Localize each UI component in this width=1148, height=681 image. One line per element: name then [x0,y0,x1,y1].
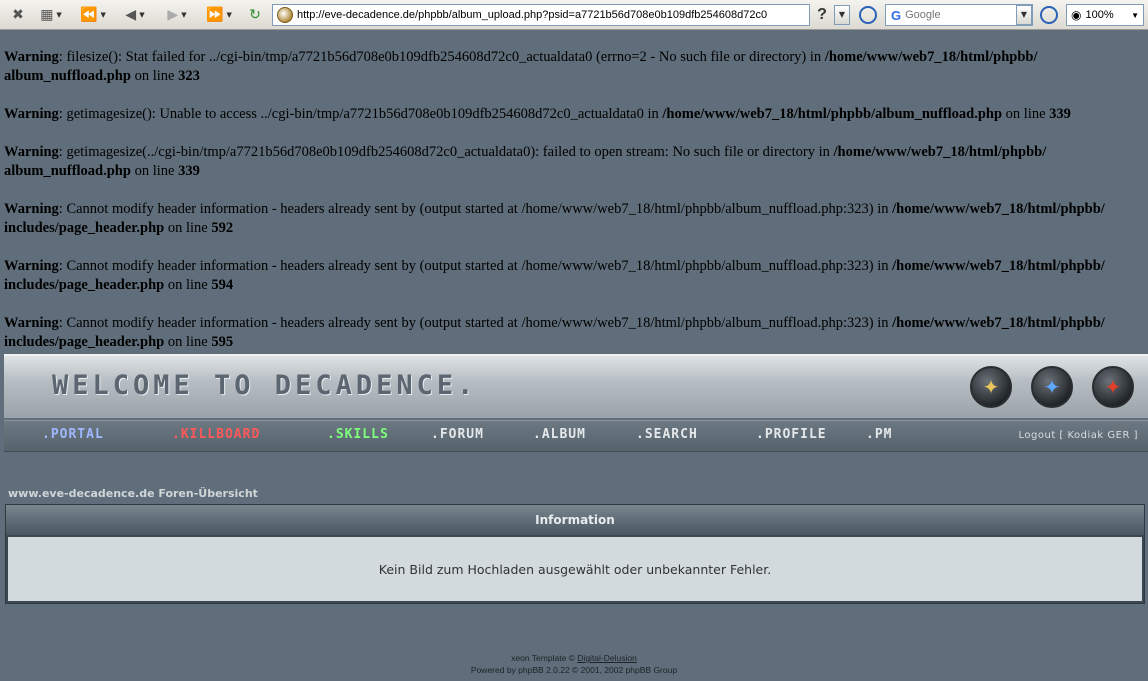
warning-label: Warning [4,49,59,65]
footer-template-link[interactable]: Digital-Delusion [577,653,637,663]
stop-icon[interactable]: ✖ [6,4,30,26]
warning-suffix: on line [130,163,179,179]
warning-line-number: 594 [211,277,234,293]
warning-label: Warning [4,106,59,122]
warning-line-number: 339 [178,163,200,179]
warning-text: : filesize(): Stat failed for ../cgi-bin… [58,49,825,65]
warning-suffix: on line [164,334,212,350]
footer-template-line: xeon Template © Digital-Delusion [0,652,1148,664]
footer-powered-by: Powered by phpBB 2.0.22 © 2001, 2002 php… [470,665,678,675]
information-text: Kein Bild zum Hochladen ausgewählt oder … [378,561,772,577]
page-footer: xeon Template © Digital-Delusion Powered… [0,652,1148,676]
nav-killboard[interactable]: .KILLBOARD [172,427,260,442]
nav-forum[interactable]: .FORUM [431,427,484,442]
information-title: Information [6,505,1144,535]
zoom-control[interactable]: ◉ 100% ▼ [1066,4,1144,26]
warning-text: : getimagesize(../cgi-bin/tmp/a7721b56d7… [58,144,834,160]
warning-label: Warning [4,315,59,331]
warning-path: /home/www/web7_18/html/phpbb/album_nuffl… [662,106,1003,122]
address-dropdown-icon[interactable]: ▼ [834,5,850,25]
reload-icon[interactable]: ↻ [244,4,266,26]
warning-text: : Cannot modify header information - hea… [58,201,893,217]
search-dropdown-icon[interactable]: ▼ [1016,5,1032,25]
warning-message: Warning: getimagesize(../cgi-bin/tmp/a77… [4,143,1144,181]
warning-message: Warning: filesize(): Stat failed for ../… [4,48,1144,86]
banner-title: WELCOME TO DECADENCE. [52,370,478,401]
nav-search[interactable]: .SEARCH [636,427,698,442]
zoom-dropdown-icon[interactable]: ▼ [1131,11,1139,20]
search-go-icon[interactable] [1040,6,1058,24]
gold-emblem-icon[interactable]: ✦ [970,366,1012,408]
site-icon [277,7,293,23]
red-emblem-icon[interactable]: ✦ [1092,366,1134,408]
blue-emblem-icon[interactable]: ✦ [1031,366,1073,408]
logout-link[interactable]: Logout [ Kodiak GER ] [1019,430,1139,441]
php-warnings: Warning: filesize(): Stat failed for ../… [4,48,1144,371]
warning-text: : Cannot modify header information - hea… [58,315,893,331]
help-icon[interactable]: ? [811,4,833,26]
go-icon[interactable] [859,6,877,24]
browser-toolbar: ✖ ▦ ▼ ⏪ ▼ ◀ ▼ ▶ ▼ ⏩ ▼ ↻ http://eve-decadence.… [0,0,1148,30]
warning-suffix: on line [164,277,212,293]
search-box[interactable]: G [885,4,1033,26]
warning-message: Warning: Cannot modify header informatio… [4,257,1144,295]
eye-icon: ◉ [1071,8,1082,22]
warning-line-number: 595 [211,334,234,350]
nav-profile[interactable]: .PROFILE [756,427,827,442]
rewind-icon[interactable]: ⏪ ▼ [76,4,110,26]
warning-message: Warning: Cannot modify header informatio… [4,200,1144,238]
zoom-value: 100% [1085,9,1114,21]
warning-label: Warning [4,201,59,217]
back-icon[interactable]: ◀ ▼ [118,4,152,26]
address-url[interactable]: http://eve-decadence.de/phpbb/album_uplo… [297,9,767,21]
warning-message: Warning: getimagesize(): Unable to acces… [4,105,1144,124]
nav-portal[interactable]: .PORTAL [42,427,104,442]
warning-label: Warning [4,144,59,160]
warning-suffix: on line [130,68,179,84]
bookmarks-icon[interactable]: ▦ ▼ [34,4,68,26]
warning-line-number: 339 [1049,106,1071,122]
warning-message: Warning: Cannot modify header informatio… [4,314,1144,352]
warning-text: : getimagesize(): Unable to access ../cg… [58,106,663,122]
main-nav: .PORTAL .KILLBOARD .SKILLS .FORUM .ALBUM… [4,420,1148,452]
forward-icon[interactable]: ▶ ▼ [160,4,194,26]
nav-album[interactable]: .ALBUM [533,427,586,442]
nav-skills[interactable]: .SKILLS [327,427,389,442]
footer-template-prefix: xeon Template © [511,653,578,663]
warning-label: Warning [4,258,59,274]
fast-forward-icon[interactable]: ⏩ ▼ [202,4,236,26]
breadcrumb[interactable]: www.eve-decadence.de Foren-Übersicht [8,487,258,500]
site-banner: WELCOME TO DECADENCE. ✦ ✦ ✦ [4,354,1148,418]
information-panel: Information Kein Bild zum Hochladen ausg… [5,504,1145,604]
information-message: Kein Bild zum Hochladen ausgewählt oder … [8,537,1142,601]
warning-suffix: on line [1002,106,1050,122]
warning-line-number: 323 [178,68,200,84]
warning-text: : Cannot modify header information - hea… [58,258,893,274]
search-input[interactable] [905,9,1016,21]
warning-suffix: on line [164,220,212,236]
address-bar[interactable]: http://eve-decadence.de/phpbb/album_uplo… [272,4,810,26]
warning-line-number: 592 [211,220,234,236]
nav-pm[interactable]: .PM [866,427,892,442]
search-engine-icon[interactable]: G [891,8,901,23]
